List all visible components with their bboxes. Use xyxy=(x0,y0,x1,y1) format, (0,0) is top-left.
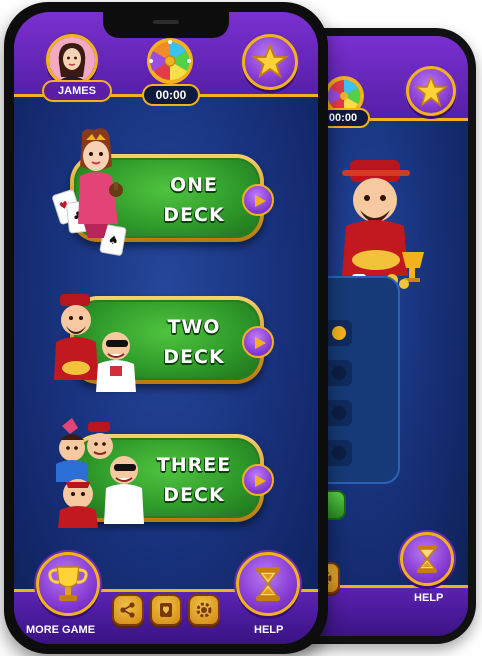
back-favorites-button[interactable] xyxy=(406,66,456,116)
trophy-icon xyxy=(48,566,88,601)
more-games-label: MORE GAME xyxy=(26,624,96,636)
cards-button[interactable] xyxy=(150,594,182,626)
queen-character: ♥ ♣ ♠ xyxy=(52,128,127,256)
more-games-button[interactable] xyxy=(36,552,100,616)
share-icon xyxy=(120,602,135,618)
game-lobby-screen: JAMES 00:00 ONE DECK ♥ ♣ ♠ TWO DECK THRE… xyxy=(14,12,318,644)
play-icon xyxy=(255,195,266,207)
help-button[interactable] xyxy=(236,552,300,616)
speaker-grille xyxy=(153,20,179,24)
prize-wheel-button[interactable] xyxy=(138,34,202,88)
player-name: JAMES xyxy=(42,80,112,102)
avatar-icon xyxy=(49,37,95,83)
settings-button[interactable] xyxy=(188,594,220,626)
check-icon xyxy=(332,406,346,420)
card-icon xyxy=(160,603,172,617)
back-help-label: HELP xyxy=(414,592,444,604)
prize-wheel-icon xyxy=(147,38,193,84)
one-deck-label: ONE DECK xyxy=(142,170,246,230)
fortune-character xyxy=(334,160,424,289)
check-icon xyxy=(332,366,346,380)
three-deck-play-button[interactable] xyxy=(242,464,274,496)
play-icon xyxy=(255,337,266,349)
three-characters xyxy=(56,418,144,528)
three-deck-line1: THREE xyxy=(156,454,232,476)
two-deck-label: TWO DECK xyxy=(142,312,246,372)
favorites-button[interactable] xyxy=(242,34,298,90)
check-icon xyxy=(332,446,346,460)
one-deck-play-button[interactable] xyxy=(242,184,274,216)
two-deck-line2: DECK xyxy=(163,346,225,368)
help-label: HELP xyxy=(254,624,284,636)
profile-avatar-button[interactable] xyxy=(46,34,98,86)
hourglass-icon xyxy=(417,545,437,573)
two-characters xyxy=(54,294,136,392)
one-deck-line2: DECK xyxy=(163,204,225,226)
timer-display: 00:00 xyxy=(142,84,200,106)
back-help-button[interactable] xyxy=(400,532,454,586)
share-button[interactable] xyxy=(112,594,144,626)
checked-icon xyxy=(332,326,346,340)
star-icon xyxy=(251,43,289,79)
three-deck-line2: DECK xyxy=(163,484,225,506)
two-deck-play-button[interactable] xyxy=(242,326,274,358)
three-deck-label: THREE DECK xyxy=(142,450,246,510)
play-icon xyxy=(255,475,266,487)
two-deck-line1: TWO xyxy=(167,316,221,338)
front-phone: JAMES 00:00 ONE DECK ♥ ♣ ♠ TWO DECK THRE… xyxy=(4,2,328,654)
one-deck-line1: ONE xyxy=(169,174,219,196)
hourglass-icon xyxy=(256,567,280,601)
star-icon xyxy=(413,74,449,107)
gear-icon xyxy=(196,602,212,618)
